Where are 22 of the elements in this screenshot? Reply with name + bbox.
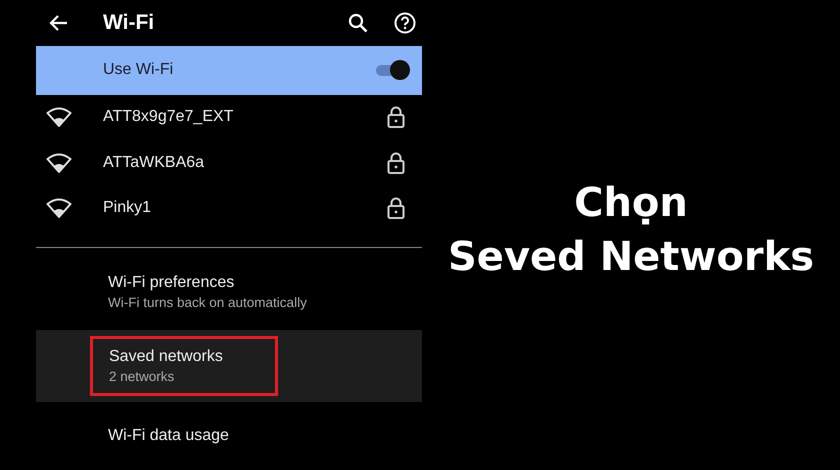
back-arrow-icon[interactable] [48,14,68,32]
menu-item-subtitle: 2 networks [109,369,176,384]
menu-item[interactable]: Saved networks 2 networks [36,330,422,402]
window-title: Wi-Fi [103,10,156,35]
use-wifi-label: Use Wi-Fi [103,61,174,80]
network-name[interactable]: ATTaWKBA6a [103,154,387,172]
menu-item[interactable]: Wi-Fi data usage [36,402,422,470]
wifi-icon [46,152,72,173]
caption-text: Chọn [574,179,688,228]
wifi-icon [46,198,72,218]
wifi-icon [46,107,72,128]
menu-item[interactable]: Wi-Fi preferences Wi-Fi turns back on automatically [36,258,422,326]
caption-text: Seved Networks [448,233,814,282]
menu-item-subtitle: Wi-Fi turns back on automatically [108,295,307,310]
help-icon[interactable] [394,12,416,34]
menu-item-title: Wi-Fi data usage [108,427,229,446]
network-name[interactable]: Pinky1 [103,199,387,218]
search-icon[interactable] [348,12,368,33]
toggle-switch[interactable] [376,59,410,82]
network-name[interactable]: ATT8x9g7e7_EXT [103,108,387,126]
menu-item-title: Saved networks [109,348,224,366]
menu-item-title: Wi-Fi preferences [108,274,236,292]
